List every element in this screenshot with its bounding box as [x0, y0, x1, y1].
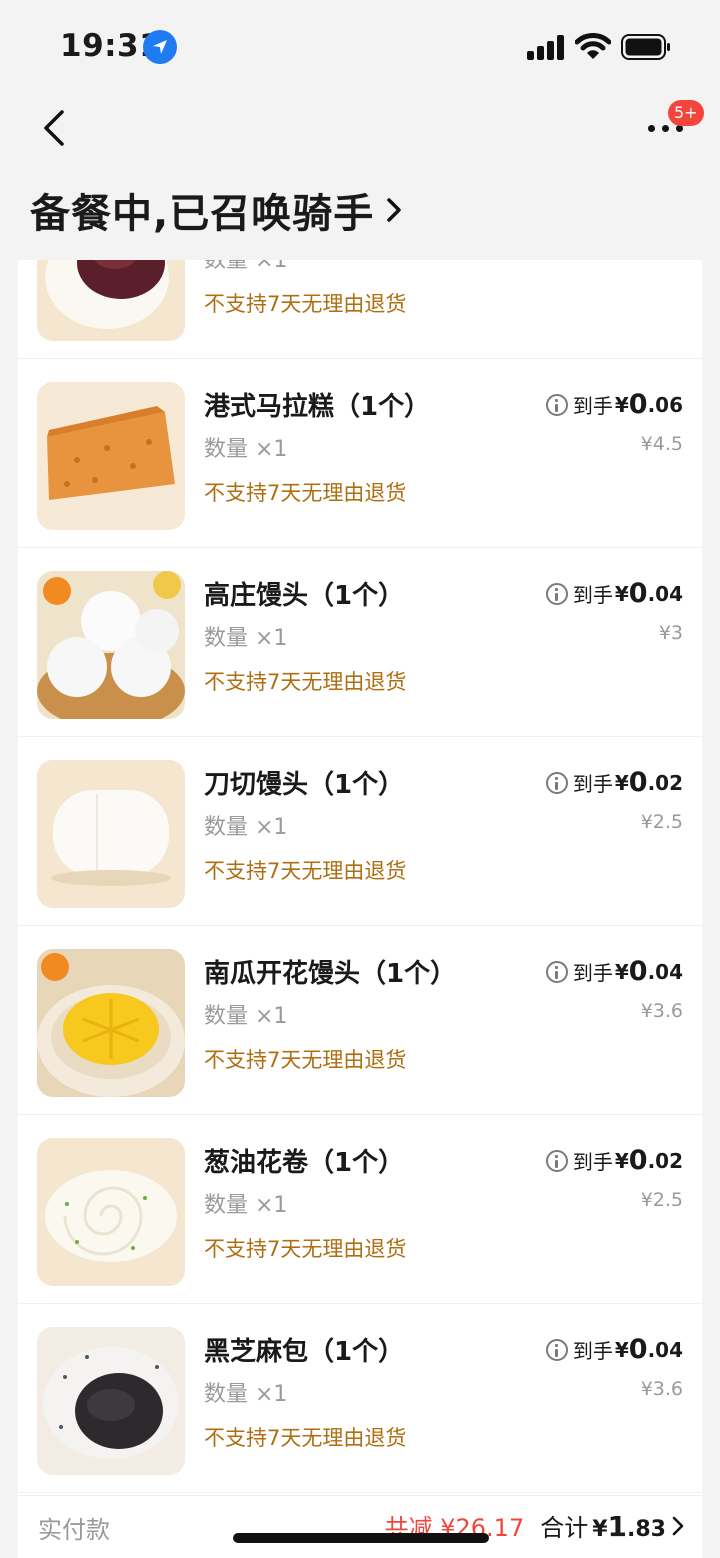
- order-detail-page: 19:31 5+ 备餐中,已召唤骑手 数量 ×1 不支持7天无理由退货 港式马拉…: [0, 0, 720, 1558]
- item-quantity: 数量 ×1: [204, 1193, 288, 1218]
- original-price: ¥2.5: [640, 811, 683, 833]
- info-icon[interactable]: [545, 582, 568, 605]
- item-name: 黑芝麻包（1个）: [204, 1337, 405, 1367]
- item-name: 葱油花卷（1个）: [204, 1148, 405, 1178]
- order-item[interactable]: 葱油花卷（1个） 数量 ×1 不支持7天无理由退货 到手 ¥ 0 .02 ¥2.…: [18, 1115, 702, 1304]
- item-name: 刀切馒头（1个）: [204, 770, 405, 800]
- status-bar: 19:31: [0, 0, 720, 96]
- item-quantity: 数量 ×1: [204, 1004, 288, 1029]
- chevron-right-icon: [672, 1516, 684, 1535]
- item-name: 港式马拉糕（1个）: [204, 392, 431, 422]
- product-image: [37, 1327, 185, 1475]
- chevron-right-icon: [387, 198, 401, 222]
- item-quantity: 数量 ×1: [204, 1382, 288, 1407]
- chevron-left-icon: [44, 110, 64, 146]
- info-icon[interactable]: [545, 393, 568, 416]
- order-item[interactable]: 南瓜开花馒头（1个） 数量 ×1 不支持7天无理由退货 到手 ¥ 0 .04 ¥…: [18, 926, 702, 1115]
- product-image: [37, 949, 185, 1097]
- product-image: [37, 1138, 185, 1286]
- item-quantity: 数量 ×1: [204, 815, 288, 840]
- return-policy-note: 不支持7天无理由退货: [204, 481, 407, 505]
- product-image: [37, 571, 185, 719]
- wifi-icon: [575, 33, 611, 59]
- product-image: [37, 260, 185, 341]
- original-price: ¥3.6: [640, 1378, 683, 1400]
- more-dots-icon: [648, 125, 683, 132]
- item-name: 高庄馒头（1个）: [204, 581, 405, 611]
- info-icon[interactable]: [545, 960, 568, 983]
- back-button[interactable]: [28, 98, 80, 158]
- order-item[interactable]: 刀切馒头（1个） 数量 ×1 不支持7天无理由退货 到手 ¥ 0 .02 ¥2.…: [18, 737, 702, 926]
- order-item[interactable]: 高庄馒头（1个） 数量 ×1 不支持7天无理由退货 到手 ¥ 0 .04 ¥3: [18, 548, 702, 737]
- info-icon[interactable]: [545, 1338, 568, 1361]
- info-icon[interactable]: [545, 771, 568, 794]
- payment-summary[interactable]: 实付款 共减 ¥26.17 合计 ¥ 1 .83: [18, 1495, 702, 1558]
- order-status-link[interactable]: 备餐中,已召唤骑手: [30, 182, 402, 238]
- order-item[interactable]: 港式马拉糕（1个） 数量 ×1 不支持7天无理由退货 到手 ¥ 0 .06 ¥4…: [18, 359, 702, 548]
- info-icon[interactable]: [545, 1149, 568, 1172]
- original-price: ¥2.5: [640, 1189, 683, 1211]
- product-image: [37, 760, 185, 908]
- final-price[interactable]: 到手 ¥ 0 .02: [545, 1145, 683, 1176]
- final-price[interactable]: 到手 ¥ 0 .04: [545, 1334, 683, 1365]
- total-label: 合计: [540, 1514, 589, 1542]
- return-policy-note: 不支持7天无理由退货: [204, 1048, 407, 1072]
- return-policy-note: 不支持7天无理由退货: [204, 292, 407, 316]
- order-item[interactable]: 数量 ×1 不支持7天无理由退货: [18, 260, 702, 359]
- final-price[interactable]: 到手 ¥ 0 .04: [545, 956, 683, 987]
- original-price: ¥3.6: [640, 1000, 683, 1022]
- final-price[interactable]: 到手 ¥ 0 .04: [545, 578, 683, 609]
- original-price: ¥3: [658, 622, 683, 644]
- return-policy-note: 不支持7天无理由退货: [204, 1426, 407, 1450]
- order-item[interactable]: 黑芝麻包（1个） 数量 ×1 不支持7天无理由退货 到手 ¥ 0 .04 ¥3.…: [18, 1304, 702, 1493]
- order-status-title: 备餐中,已召唤骑手: [30, 191, 375, 237]
- actual-payment-label: 实付款: [38, 1516, 110, 1544]
- total-amount: 1: [607, 1510, 628, 1543]
- item-quantity: 数量 ×1: [204, 260, 288, 273]
- return-policy-note: 不支持7天无理由退货: [204, 670, 407, 694]
- location-arrow-icon: [143, 30, 177, 64]
- item-name: 南瓜开花馒头（1个）: [204, 959, 457, 989]
- return-policy-note: 不支持7天无理由退货: [204, 859, 407, 883]
- more-menu-button[interactable]: 5+: [640, 100, 704, 160]
- original-price: ¥4.5: [640, 433, 683, 455]
- final-price[interactable]: 到手 ¥ 0 .02: [545, 767, 683, 798]
- final-price[interactable]: 到手 ¥ 0 .06: [545, 389, 683, 420]
- item-quantity: 数量 ×1: [204, 626, 288, 651]
- order-items-list: 数量 ×1 不支持7天无理由退货 港式马拉糕（1个） 数量 ×1 不支持7天无理…: [18, 260, 702, 1558]
- product-image: [37, 382, 185, 530]
- cellular-signal-icon: [527, 35, 565, 60]
- notification-badge: 5+: [668, 100, 704, 126]
- return-policy-note: 不支持7天无理由退货: [204, 1237, 407, 1261]
- item-quantity: 数量 ×1: [204, 437, 288, 462]
- home-indicator[interactable]: [233, 1533, 489, 1543]
- battery-icon: [621, 34, 670, 60]
